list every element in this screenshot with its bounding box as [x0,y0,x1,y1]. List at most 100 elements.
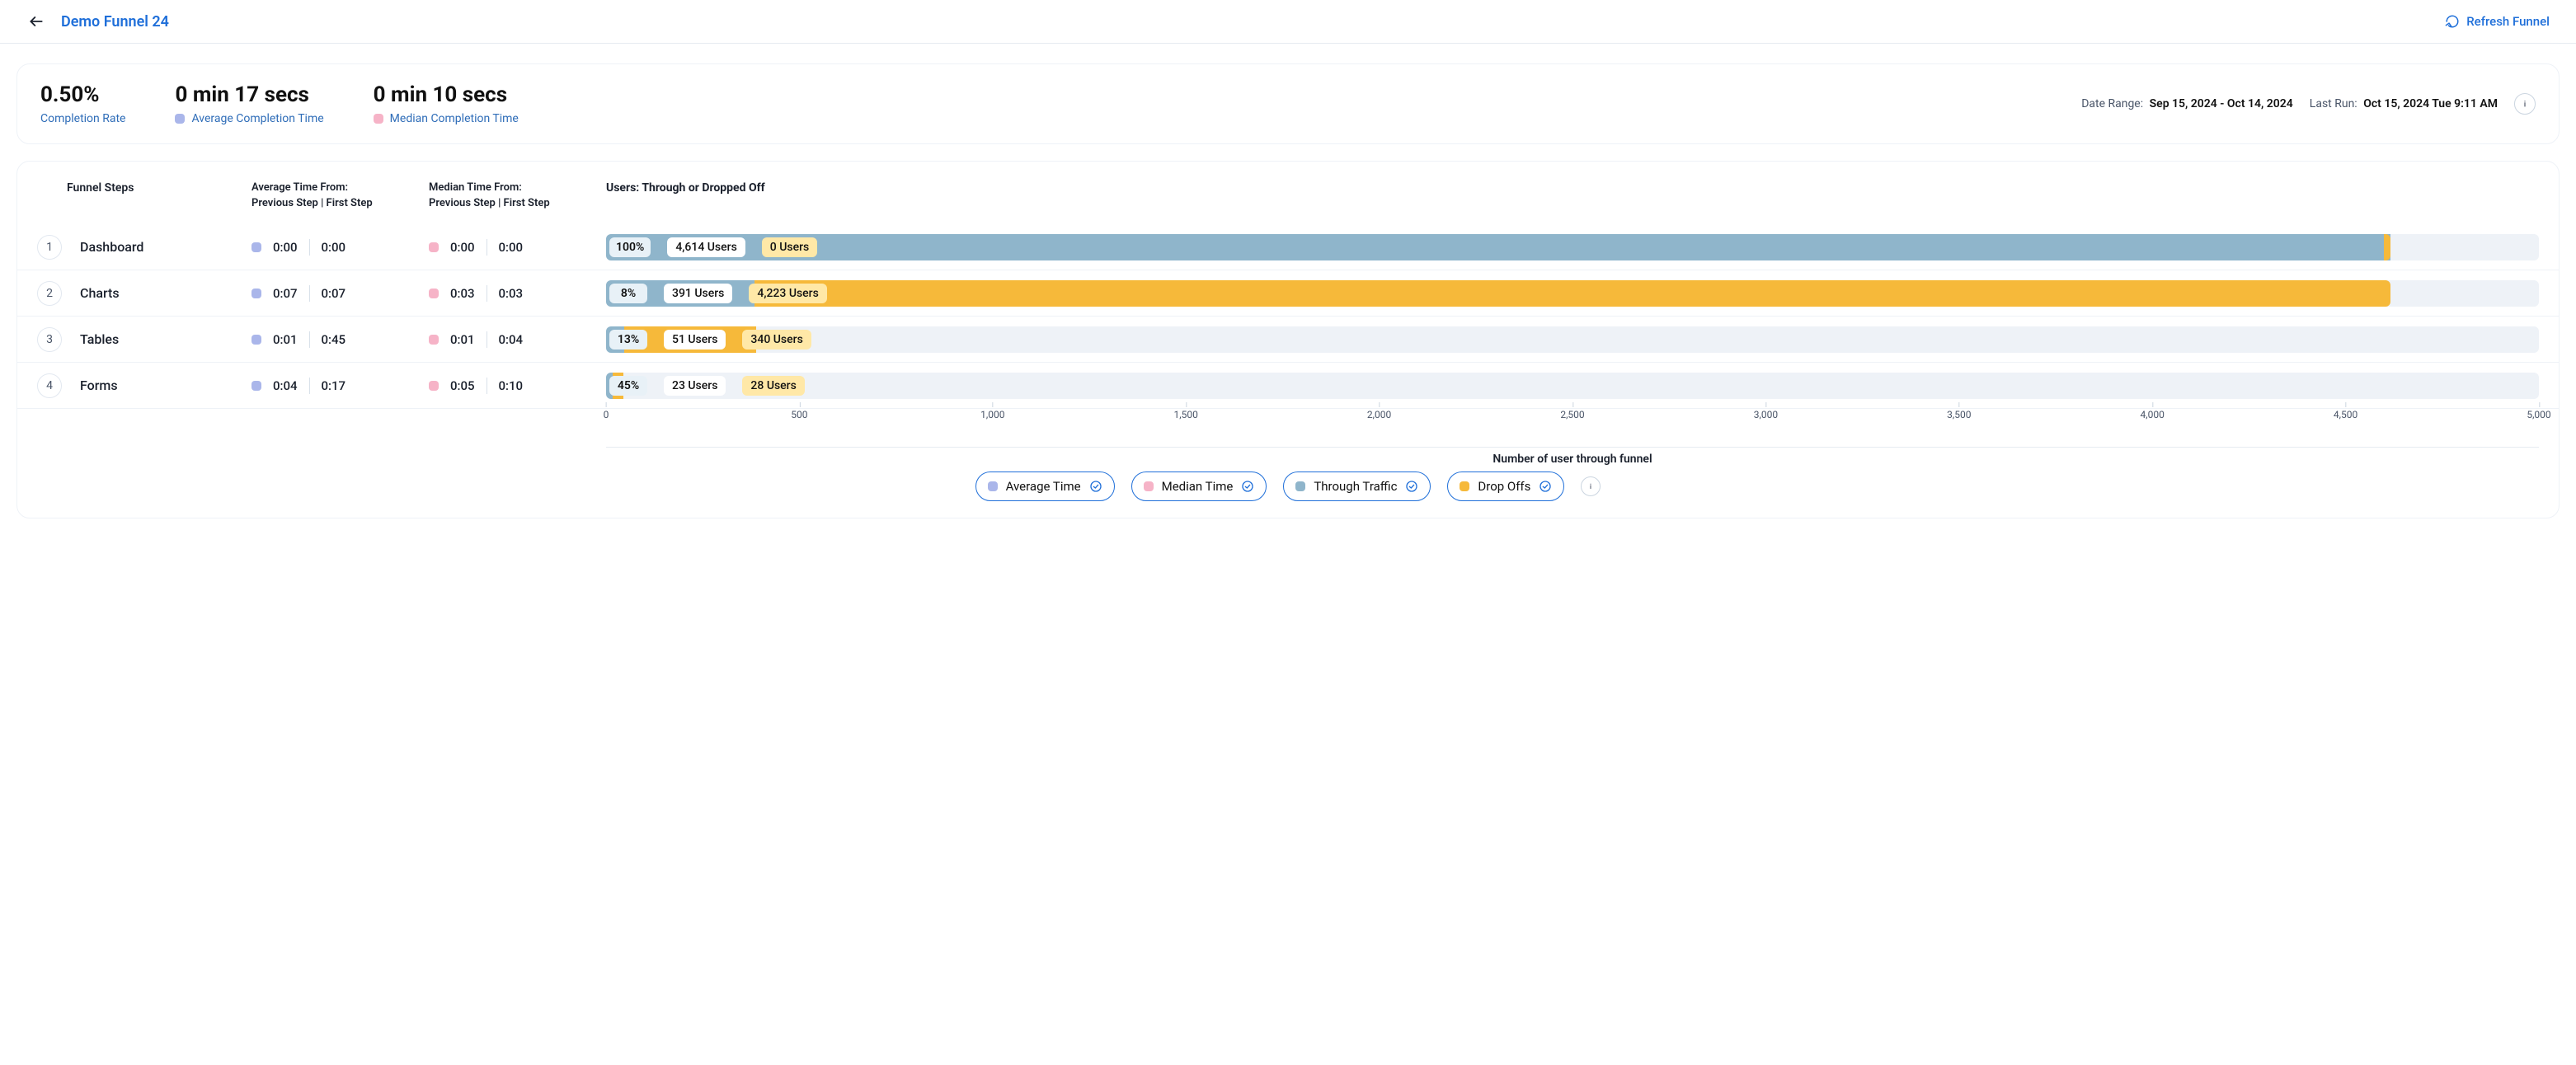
column-header-avg-time: Average Time From: Previous Step | First… [251,181,429,209]
users-bar-cell: 100% 4,614 Users 0 Users [606,231,2539,264]
page-title: Demo Funnel 24 [61,13,169,30]
step-name: Forms [80,378,118,393]
check-circle-icon [1539,480,1552,493]
last-run-label: Last Run: [2310,97,2357,110]
funnel-bar[interactable]: 45% 23 Users 28 Users [606,373,2539,399]
check-circle-icon [1405,480,1418,493]
summary-info-button[interactable] [2514,93,2536,115]
step-name: Dashboard [80,239,143,255]
avg-time-cell: 0:070:07 [251,285,429,302]
table-row: 1 Dashboard 0:000:00 0:000:00 100% 4,614… [17,224,2559,270]
info-icon [2519,98,2531,110]
dropoff-users-badge: 28 Users [742,376,804,396]
legend-label: Median Time [1162,479,1234,494]
completion-rate-label: Completion Rate [40,112,125,125]
summary-card: 0.50% Completion Rate 0 min 17 secs Aver… [16,63,2560,144]
dropoff-users-badge: 0 Users [762,237,817,257]
median-completion-metric: 0 min 10 secs Median Completion Time [374,82,519,125]
top-bar: Demo Funnel 24 Refresh Funnel [0,0,2576,44]
step-name: Charts [80,285,120,301]
users-bar-cell: 8% 391 Users 4,223 Users [606,277,2539,310]
column-header-median-time: Median Time From: Previous Step | First … [429,181,606,209]
legend-label: Through Traffic [1314,479,1397,494]
legend-row: Average Time Median Time Through Traffic… [17,472,2559,501]
table-header: Funnel Steps Average Time From: Previous… [17,162,2559,224]
through-swatch-icon [1295,481,1305,491]
funnel-bar[interactable]: 8% 391 Users 4,223 Users [606,280,2539,307]
through-users-badge: 51 Users [664,330,726,350]
completion-rate-metric: 0.50% Completion Rate [40,82,125,125]
through-percent-badge: 100% [609,237,651,257]
refresh-funnel-button[interactable]: Refresh Funnel [2445,14,2550,29]
dropoff-users-badge: 4,223 Users [749,284,826,303]
dropoff-swatch-icon [1460,481,1469,491]
legend-chip-through-traffic[interactable]: Through Traffic [1283,472,1431,501]
check-circle-icon [1241,480,1254,493]
legend-chip-drop-offs[interactable]: Drop Offs [1447,472,1564,501]
avg-dot-icon [251,242,261,252]
median-time-cell: 0:030:03 [429,285,606,302]
avg-completion-metric: 0 min 17 secs Average Completion Time [175,82,323,125]
median-dot-icon [429,335,439,345]
funnel-bar[interactable]: 100% 4,614 Users 0 Users [606,234,2539,260]
avg-time-cell: 0:000:00 [251,239,429,256]
arrow-left-icon [28,13,45,30]
last-run-value: Oct 15, 2024 Tue 9:11 AM [2363,97,2498,110]
step-number: 3 [37,327,62,352]
funnel-table-card: Funnel Steps Average Time From: Previous… [16,161,2560,518]
avg-dot-icon [251,289,261,298]
refresh-icon [2445,14,2460,29]
median-dot-icon [429,289,439,298]
funnel-bar[interactable]: 13% 51 Users 340 Users [606,326,2539,353]
users-bar-cell: 13% 51 Users 340 Users [606,323,2539,356]
column-header-steps: Funnel Steps [37,181,251,209]
info-icon [1586,481,1596,491]
table-row: 3 Tables 0:010:45 0:010:04 13% 51 Users … [17,317,2559,363]
avg-dot-icon [175,114,185,124]
back-button[interactable] [26,12,46,31]
through-users-badge: 391 Users [664,284,732,303]
avg-dot-icon [251,335,261,345]
through-percent-badge: 8% [609,284,647,303]
completion-rate-value: 0.50% [40,82,125,107]
table-row: 2 Charts 0:070:07 0:030:03 8% 391 Users … [17,270,2559,317]
check-circle-icon [1089,480,1102,493]
median-dot-icon [429,242,439,252]
median-completion-label: Median Completion Time [390,112,519,125]
users-bar-cell: 45% 23 Users 28 Users [606,369,2539,402]
through-users-badge: 4,614 Users [667,237,745,257]
through-percent-badge: 45% [609,376,647,396]
legend-label: Average Time [1006,479,1081,494]
step-number: 4 [37,373,62,398]
step-name: Tables [80,331,119,347]
legend-chip-average-time[interactable]: Average Time [975,472,1115,501]
median-time-cell: 0:000:00 [429,239,606,256]
date-range-value: Sep 15, 2024 - Oct 14, 2024 [2150,97,2293,110]
axis-label: Number of user through funnel [1492,453,1652,466]
legend-label: Drop Offs [1478,479,1530,494]
median-dot-icon [429,381,439,391]
refresh-label: Refresh Funnel [2466,14,2550,29]
avg-dot-icon [251,381,261,391]
avg-time-cell: 0:040:17 [251,378,429,394]
avg-time-cell: 0:010:45 [251,331,429,348]
median-time-cell: 0:050:10 [429,378,606,394]
dropoff-users-badge: 340 Users [742,330,811,350]
legend-chip-median-time[interactable]: Median Time [1131,472,1267,501]
step-number: 2 [37,281,62,306]
column-header-users: Users: Through or Dropped Off [606,181,2539,209]
avg-completion-label: Average Completion Time [191,112,323,125]
through-percent-badge: 13% [609,330,647,350]
avg-completion-value: 0 min 17 secs [175,82,323,107]
median-dot-icon [374,114,383,124]
avg-swatch-icon [988,481,998,491]
median-swatch-icon [1144,481,1154,491]
median-time-cell: 0:010:04 [429,331,606,348]
median-completion-value: 0 min 10 secs [374,82,519,107]
table-row: 4 Forms 0:040:17 0:050:10 45% 23 Users 2… [17,363,2559,409]
legend-info-button[interactable] [1581,476,1601,496]
chart-x-axis: 0 500 1,000 1,500 2,000 2,500 3,000 3,50… [606,409,2539,450]
through-users-badge: 23 Users [664,376,726,396]
date-range-label: Date Range: [2081,97,2143,110]
step-number: 1 [37,235,62,260]
